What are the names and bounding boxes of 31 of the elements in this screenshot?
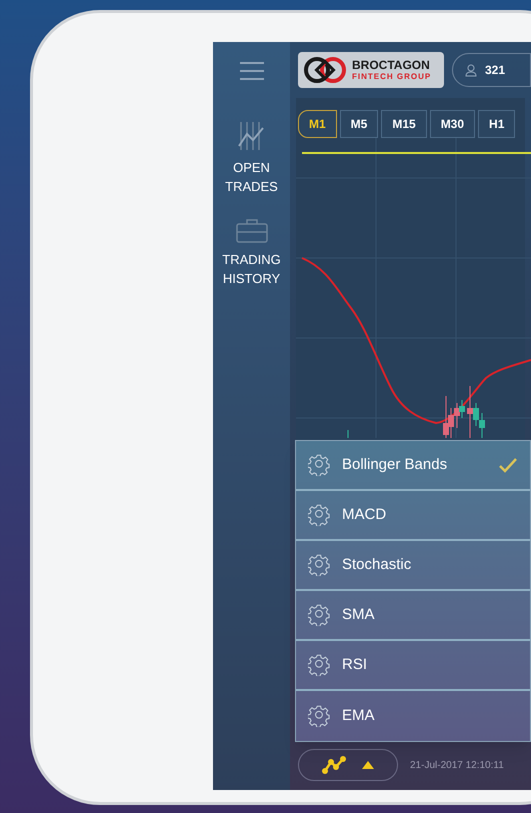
gear-icon [308, 604, 330, 626]
timestamp: 21-Jul-2017 12:10:11 [410, 758, 504, 772]
gear-icon [308, 554, 330, 576]
gear-icon [308, 705, 330, 727]
sidebar-item[interactable]: TRADING HISTORY [218, 250, 284, 288]
sidebar-item[interactable]: OPEN TRADES [218, 158, 284, 196]
indicator-item[interactable]: EMA [296, 691, 530, 741]
gear-icon [308, 454, 330, 476]
chart-lines-icon [236, 120, 266, 152]
timeframe-tab[interactable]: M15 [381, 110, 427, 138]
briefcase-icon [234, 218, 268, 244]
indicators-button[interactable] [298, 749, 398, 781]
account-field[interactable]: 321 [452, 53, 531, 87]
menu-icon[interactable] [238, 60, 264, 82]
timeframe-tab[interactable]: M30 [430, 110, 476, 138]
user-icon [465, 64, 477, 76]
caret-icon [362, 761, 374, 769]
indicator-item[interactable]: RSI [296, 641, 530, 691]
indicator-item[interactable]: Bollinger Bands [296, 441, 530, 491]
gear-icon [308, 654, 330, 676]
timeframe-tab[interactable]: M5 [340, 110, 378, 138]
timeframe-tab[interactable]: H1 [478, 110, 516, 138]
logo-name: BROCTAGON [352, 59, 431, 71]
logo-icon [302, 56, 348, 84]
gear-icon [308, 504, 330, 526]
logo-subtitle: FINTECH GROUP [352, 73, 432, 81]
indicator-item[interactable]: MACD [296, 491, 530, 541]
timeframe-tab[interactable]: M1 [298, 110, 337, 138]
line-chart-icon [322, 756, 346, 774]
indicator-item[interactable]: SMA [296, 591, 530, 641]
indicator-item[interactable]: Stochastic [296, 541, 530, 591]
